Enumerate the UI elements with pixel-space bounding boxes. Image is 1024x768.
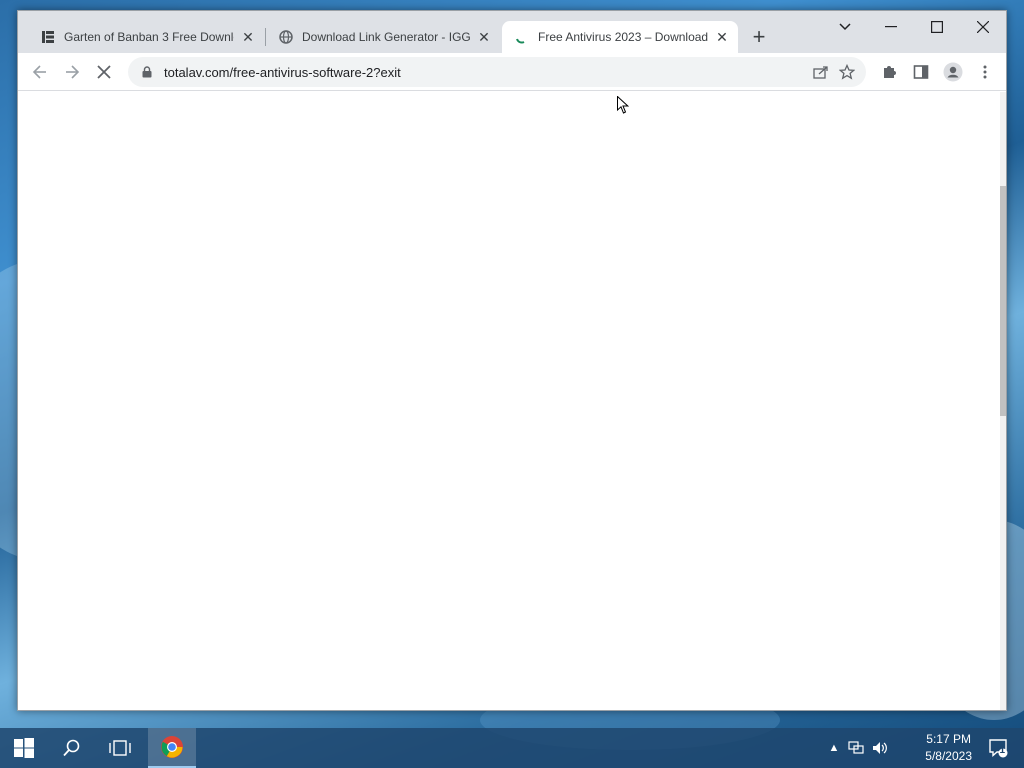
system-clock[interactable]: 5:17 PM 5/8/2023	[925, 731, 972, 765]
avatar-icon	[943, 62, 963, 82]
notification-icon	[989, 739, 1008, 758]
close-window-button[interactable]	[960, 11, 1006, 43]
maximize-button[interactable]	[914, 11, 960, 43]
forward-button[interactable]	[58, 58, 86, 86]
bookmark-star-icon[interactable]	[834, 59, 860, 85]
chrome-icon	[161, 736, 183, 758]
browser-toolbar: totalav.com/free-antivirus-software-2?ex…	[18, 53, 1006, 91]
chrome-taskbar-button[interactable]	[148, 728, 196, 768]
notification-count: 1	[999, 745, 1005, 756]
maximize-icon	[931, 21, 943, 33]
minimize-button[interactable]	[868, 11, 914, 43]
taskbar: ▲ 5:17 PM 5/8/2023 1	[0, 728, 1024, 768]
close-icon	[977, 21, 989, 33]
tab-search-button[interactable]	[822, 11, 868, 43]
stop-loading-button[interactable]	[90, 58, 118, 86]
close-icon[interactable]: ✕	[240, 29, 256, 45]
address-bar[interactable]: totalav.com/free-antivirus-software-2?ex…	[128, 57, 866, 87]
windows-logo-icon	[14, 738, 34, 758]
menu-button[interactable]	[971, 58, 999, 86]
show-hidden-icons-chevron-up-icon[interactable]: ▲	[824, 738, 844, 758]
stop-x-icon	[97, 65, 111, 79]
minimize-icon	[885, 26, 897, 28]
arrow-left-icon	[32, 65, 46, 79]
puzzle-icon	[884, 66, 896, 78]
close-icon[interactable]: ✕	[476, 29, 492, 45]
tab-strip: Garten of Banban 3 Free Downloa ✕ Downlo…	[18, 11, 1006, 53]
arrow-right-icon	[66, 65, 80, 79]
igg-logo-icon	[40, 29, 56, 45]
new-tab-button[interactable]: +	[746, 25, 772, 51]
clock-time: 5:17 PM	[926, 732, 971, 746]
browser-window: Garten of Banban 3 Free Downloa ✕ Downlo…	[17, 10, 1007, 711]
tab-garten-of-banban[interactable]: Garten of Banban 3 Free Downloa ✕	[28, 21, 264, 53]
network-icon[interactable]	[846, 738, 866, 758]
tab-title: Free Antivirus 2023 – Download F	[538, 30, 708, 44]
globe-icon	[278, 29, 294, 45]
tab-free-antivirus[interactable]: Free Antivirus 2023 – Download F ✕	[502, 21, 738, 53]
share-icon[interactable]	[808, 59, 834, 85]
mouse-cursor-icon	[617, 95, 630, 119]
close-icon[interactable]: ✕	[714, 29, 730, 45]
side-panel-icon	[913, 65, 929, 79]
url-text[interactable]: totalav.com/free-antivirus-software-2?ex…	[164, 65, 808, 80]
page-content[interactable]	[18, 92, 1006, 710]
tab-title: Download Link Generator - IGGG	[302, 30, 470, 44]
profile-button[interactable]	[939, 58, 967, 86]
tab-download-link-generator[interactable]: Download Link Generator - IGGG ✕	[266, 21, 500, 53]
scrollbar-thumb[interactable]	[1000, 186, 1006, 416]
chevron-down-icon	[839, 23, 851, 31]
search-icon	[63, 739, 80, 757]
search-button[interactable]	[48, 728, 96, 768]
loading-spinner-icon	[514, 29, 530, 45]
lock-icon[interactable]	[140, 65, 154, 79]
volume-icon[interactable]	[870, 738, 890, 758]
more-vertical-icon	[983, 65, 987, 79]
clock-date: 5/8/2023	[925, 749, 972, 763]
start-button[interactable]	[0, 728, 48, 768]
extensions-button[interactable]	[875, 58, 903, 86]
back-button[interactable]	[26, 58, 54, 86]
side-panel-button[interactable]	[907, 58, 935, 86]
task-view-icon	[109, 740, 131, 756]
task-view-button[interactable]	[96, 728, 144, 768]
tab-title: Garten of Banban 3 Free Downloa	[64, 30, 234, 44]
action-center-button[interactable]: 1	[978, 728, 1018, 768]
